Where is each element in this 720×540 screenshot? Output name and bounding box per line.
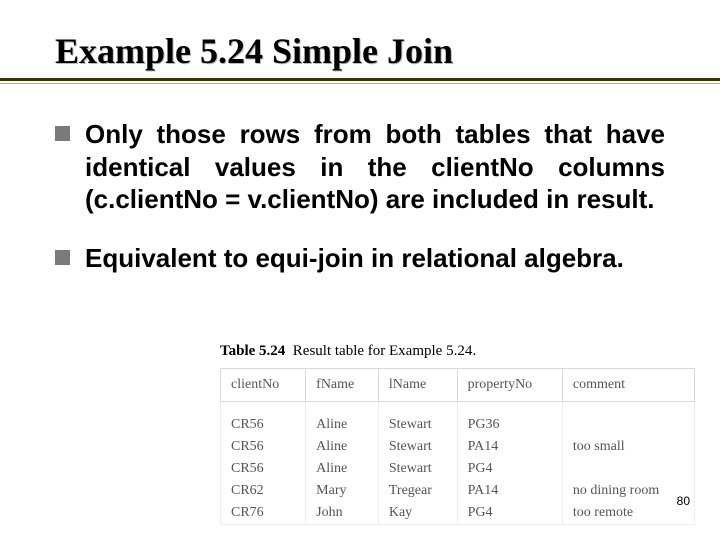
cell: Mary	[306, 480, 379, 502]
cell: PG4	[457, 458, 562, 480]
cell: Aline	[306, 414, 379, 436]
cell: PG4	[457, 502, 562, 525]
cell: CR56	[221, 436, 306, 458]
col-header: lName	[378, 369, 457, 402]
col-header: comment	[562, 369, 694, 402]
bullet-item: Only those rows from both tables that ha…	[55, 118, 665, 216]
bullet-text: Equivalent to equi-join in relational al…	[85, 243, 624, 273]
col-header: clientNo	[221, 369, 306, 402]
result-table: clientNo fName lName propertyNo comment …	[220, 368, 695, 525]
cell: too small	[562, 436, 694, 458]
col-header: propertyNo	[457, 369, 562, 402]
bullet-item: Equivalent to equi-join in relational al…	[55, 242, 665, 275]
cell	[562, 414, 694, 436]
cell: Tregear	[378, 480, 457, 502]
table-caption-label: Table 5.24	[220, 343, 285, 359]
table-caption: Table 5.24 Result table for Example 5.24…	[220, 343, 695, 368]
cell: Stewart	[378, 436, 457, 458]
bullet-list: Only those rows from both tables that ha…	[55, 118, 665, 274]
slide: Example 5.24 Simple Join Only those rows…	[0, 0, 720, 540]
title-rule	[55, 78, 665, 84]
cell: Stewart	[378, 458, 457, 480]
cell: PA14	[457, 480, 562, 502]
cell: no dining room	[562, 480, 694, 502]
page-number: 80	[677, 494, 690, 508]
cell: PA14	[457, 436, 562, 458]
cell: Aline	[306, 458, 379, 480]
result-table-figure: Table 5.24 Result table for Example 5.24…	[220, 343, 695, 525]
bullet-square-icon	[55, 250, 70, 265]
col-header: fName	[306, 369, 379, 402]
table-row: CR56 Aline Stewart PA14 too small	[221, 436, 695, 458]
cell: CR56	[221, 414, 306, 436]
table-header-row: clientNo fName lName propertyNo comment	[221, 369, 695, 402]
bullet-text: Only those rows from both tables that ha…	[85, 119, 665, 214]
table-row: CR56 Aline Stewart PG36	[221, 414, 695, 436]
cell	[562, 458, 694, 480]
bullet-square-icon	[55, 126, 70, 141]
cell: Aline	[306, 436, 379, 458]
table-caption-text: Result table for Example 5.24.	[293, 343, 476, 359]
cell: too remote	[562, 502, 694, 525]
table-row: CR76 John Kay PG4 too remote	[221, 502, 695, 525]
cell: Kay	[378, 502, 457, 525]
cell: CR62	[221, 480, 306, 502]
cell: CR76	[221, 502, 306, 525]
cell: PG36	[457, 414, 562, 436]
cell: John	[306, 502, 379, 525]
cell: CR56	[221, 458, 306, 480]
table-row: CR56 Aline Stewart PG4	[221, 458, 695, 480]
slide-title: Example 5.24 Simple Join	[55, 30, 665, 72]
table-row: CR62 Mary Tregear PA14 no dining room	[221, 480, 695, 502]
table-row	[221, 402, 695, 415]
cell: Stewart	[378, 414, 457, 436]
